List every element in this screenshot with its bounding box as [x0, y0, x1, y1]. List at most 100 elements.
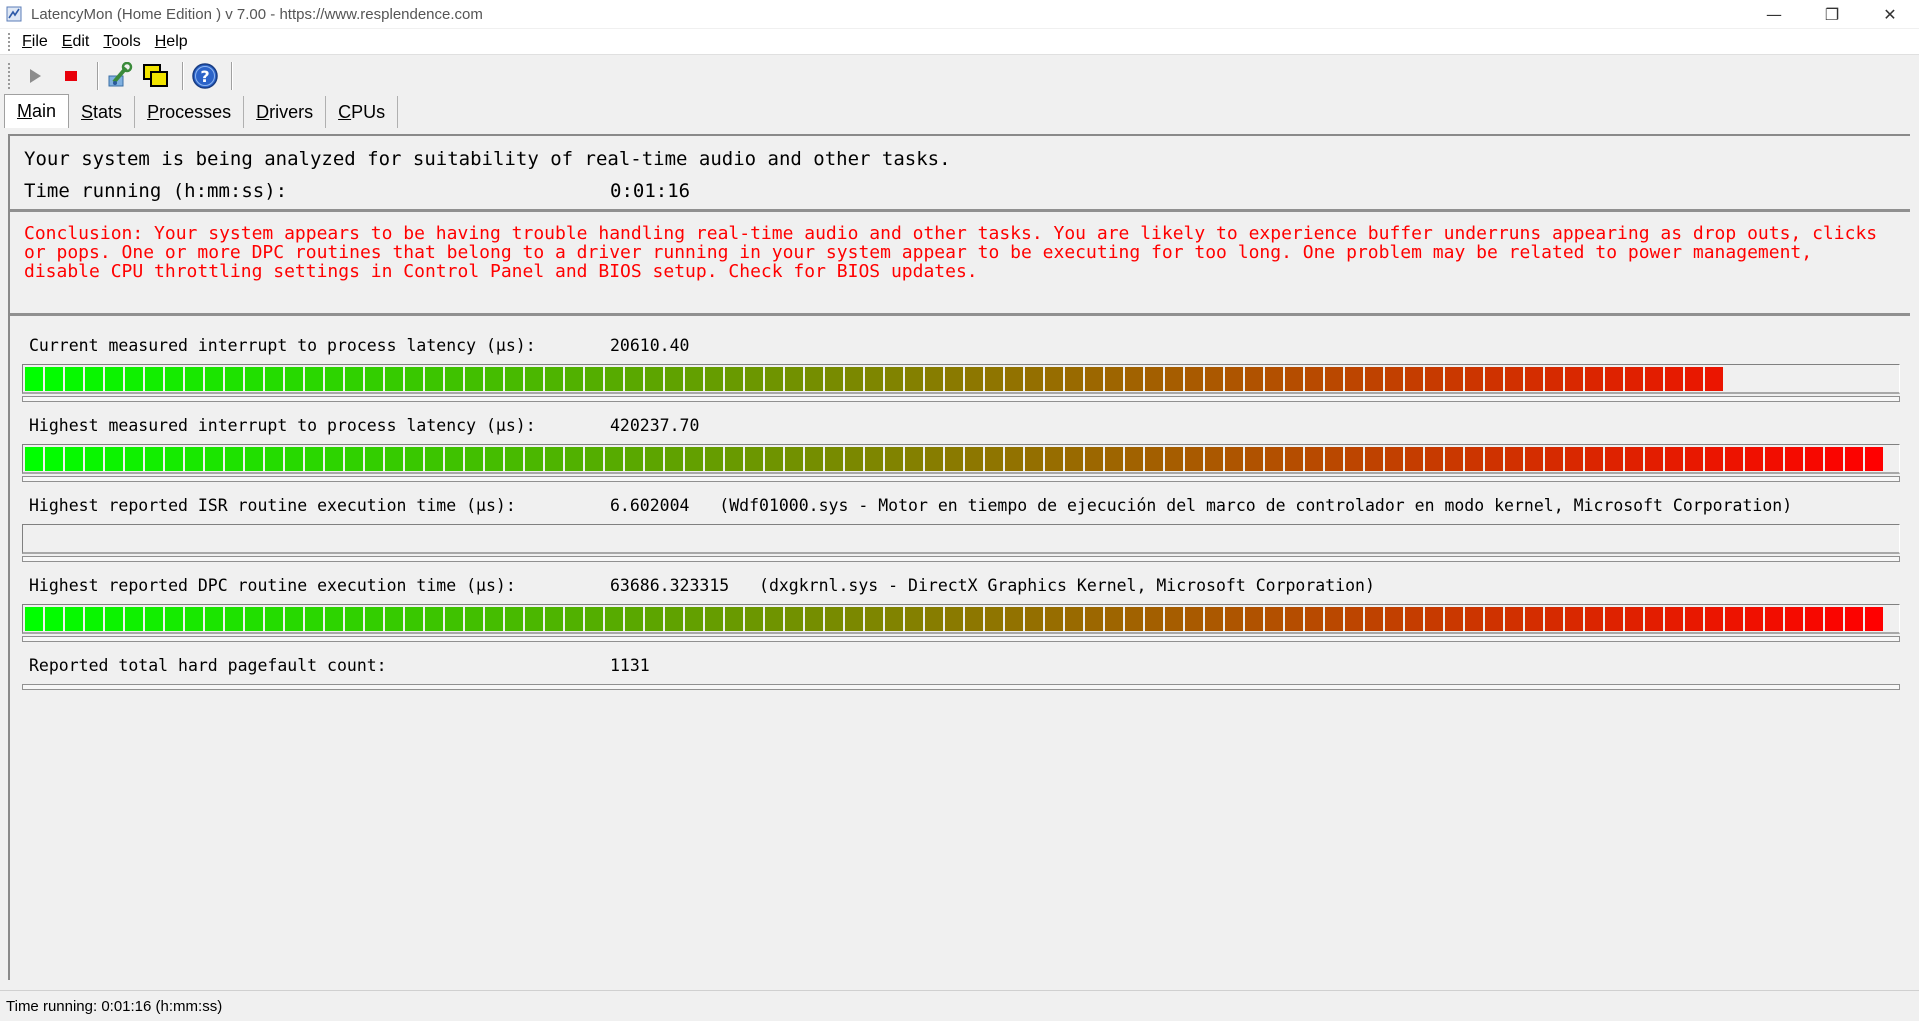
meter-segment	[1605, 447, 1623, 471]
meter-segment	[165, 367, 183, 391]
minimize-button[interactable]: —	[1745, 0, 1803, 28]
meter-segment	[945, 447, 963, 471]
meter-segment	[745, 607, 763, 631]
meter-segment	[1085, 607, 1103, 631]
meter-segment	[965, 447, 983, 471]
meter-segment	[605, 607, 623, 631]
meter-segment	[1405, 447, 1423, 471]
meter-segment	[185, 447, 203, 471]
windows-icon	[143, 64, 168, 87]
start-button[interactable]	[19, 60, 51, 92]
stop-button[interactable]	[55, 60, 87, 92]
tab-main[interactable]: Main	[4, 94, 70, 128]
meter-segment	[1485, 367, 1503, 391]
meter-segment	[805, 447, 823, 471]
meter-segment	[1765, 447, 1783, 471]
isr-time-label: Highest reported ISR routine execution t…	[29, 496, 516, 515]
meter-segment	[945, 607, 963, 631]
tab-stats[interactable]: Stats	[69, 96, 136, 128]
meter-segment	[1685, 447, 1703, 471]
meter-segment	[985, 607, 1003, 631]
tools-button[interactable]	[104, 60, 136, 92]
close-button[interactable]: ✕	[1861, 0, 1919, 28]
meter-segment	[245, 447, 263, 471]
meter-segment	[725, 607, 743, 631]
meter-segment	[1325, 607, 1343, 631]
meter-segment	[1025, 607, 1043, 631]
meter-segment	[225, 607, 243, 631]
meter-segment	[1765, 607, 1783, 631]
meter-segment	[285, 607, 303, 631]
meter-segment	[1225, 367, 1243, 391]
meter-segment	[1685, 367, 1703, 391]
meter-segment	[505, 367, 523, 391]
meter-segment	[465, 607, 483, 631]
meter-segment	[405, 607, 423, 631]
tab-processes[interactable]: Processes	[135, 96, 245, 128]
windows-button[interactable]	[140, 60, 172, 92]
meter-segment	[405, 367, 423, 391]
meter-segment	[585, 367, 603, 391]
meter-segment	[425, 607, 443, 631]
meter-segment	[1265, 367, 1283, 391]
meter-segment	[45, 367, 63, 391]
dpc-time-meter	[25, 607, 1883, 631]
toolbar-grip[interactable]	[8, 63, 11, 89]
meter-segment	[765, 607, 783, 631]
meter-segment	[1065, 367, 1083, 391]
maximize-button[interactable]: ❐	[1803, 0, 1861, 28]
menu-help[interactable]: Help	[148, 33, 195, 51]
meter-segment	[545, 447, 563, 471]
dpc-time-bar	[22, 604, 1900, 634]
meter-segment	[265, 607, 283, 631]
meter-segment	[785, 447, 803, 471]
title-bar: LatencyMon (Home Edition ) v 7.00 - http…	[0, 0, 1919, 28]
meter-segment	[85, 447, 103, 471]
meter-segment	[1005, 367, 1023, 391]
play-icon	[30, 69, 41, 83]
meter-segment	[1705, 367, 1723, 391]
meter-segment	[1185, 447, 1203, 471]
meter-segment	[65, 607, 83, 631]
tab-cpus[interactable]: CPUs	[326, 96, 399, 128]
meter-segment	[145, 367, 163, 391]
meter-segment	[1205, 607, 1223, 631]
meter-segment	[1165, 447, 1183, 471]
meter-segment	[905, 447, 923, 471]
meter-segment	[1725, 447, 1743, 471]
meter-segment	[325, 447, 343, 471]
meter-segment	[945, 367, 963, 391]
analysis-status-section: Your system is being analyzed for suitab…	[10, 140, 1910, 212]
meter-segment	[565, 607, 583, 631]
meter-segment	[1565, 367, 1583, 391]
meter-segment	[1625, 447, 1643, 471]
meter-segment	[225, 367, 243, 391]
help-button[interactable]: ?	[189, 60, 221, 92]
meter-segment	[1685, 607, 1703, 631]
meter-segment	[865, 447, 883, 471]
menu-file[interactable]: File	[15, 33, 55, 51]
meter-segment	[885, 367, 903, 391]
tab-label: Main	[17, 101, 57, 121]
meter-segment	[785, 607, 803, 631]
meter-segment	[65, 447, 83, 471]
tab-label: CPUs	[338, 101, 386, 122]
menu-grip[interactable]	[8, 32, 11, 51]
svg-text:?: ?	[200, 67, 209, 86]
meter-segment	[985, 367, 1003, 391]
pagefault-count-value: 1131	[610, 656, 650, 675]
menu-tools[interactable]: Tools	[96, 33, 147, 51]
meter-segment	[545, 607, 563, 631]
menu-edit[interactable]: Edit	[55, 33, 97, 51]
tab-drivers[interactable]: Drivers	[244, 96, 327, 128]
meter-segment	[1145, 447, 1163, 471]
meter-segment	[1865, 447, 1883, 471]
meter-segment	[45, 447, 63, 471]
meter-segment	[845, 367, 863, 391]
latencymon-app-icon[interactable]	[5, 5, 23, 23]
meter-segment	[1085, 447, 1103, 471]
meter-segment	[805, 367, 823, 391]
meter-segment	[1485, 447, 1503, 471]
meter-segment	[1585, 367, 1603, 391]
meter-segment	[1545, 367, 1563, 391]
